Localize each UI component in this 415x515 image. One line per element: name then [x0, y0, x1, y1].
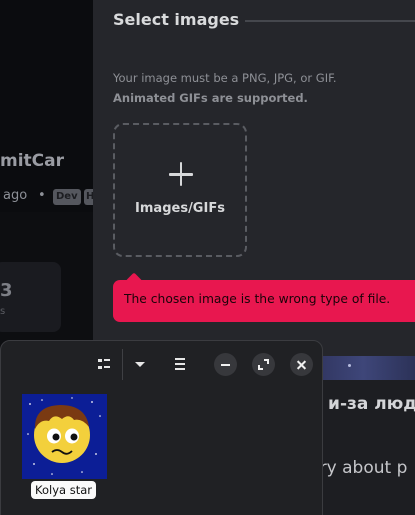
format-hint: Your image must be a PNG, JPG, or GIF.: [113, 71, 337, 85]
profile-name: mitCar: [0, 151, 64, 171]
hamburger-menu-icon[interactable]: [168, 353, 192, 375]
stat-label: s: [0, 306, 6, 317]
plus-icon: [115, 161, 245, 187]
title-divider: [245, 20, 415, 22]
error-text: The chosen image is the wrong type of fi…: [124, 292, 391, 306]
profile-header: [0, 0, 93, 212]
image-dropzone[interactable]: Images/GIFs: [113, 123, 247, 257]
stat-value: 3: [0, 280, 13, 301]
toolbar-separator: [122, 349, 123, 380]
chevron-down-icon[interactable]: [129, 353, 153, 375]
file-picker-window: Kolya star: [0, 340, 323, 515]
profile-time: ago: [3, 188, 28, 203]
close-icon[interactable]: [290, 353, 313, 376]
dev-badge: Dev: [53, 189, 81, 205]
file-name: Kolya star: [31, 481, 96, 499]
maximize-icon[interactable]: [252, 353, 275, 376]
background-text: rry about p: [313, 458, 408, 478]
file-thumbnail: [22, 394, 107, 479]
minimize-icon[interactable]: [214, 353, 237, 376]
file-picker-toolbar: [1, 341, 322, 387]
gif-hint: Animated GIFs are supported.: [113, 91, 308, 105]
error-message: The chosen image is the wrong type of fi…: [113, 280, 415, 322]
separator-dot: •: [38, 188, 46, 203]
screen: mitCar ago • Dev H 3 s Select images You…: [0, 0, 415, 515]
background-heading: s и-за люд: [312, 394, 415, 414]
dialog-title: Select images: [113, 10, 240, 29]
list-view-icon[interactable]: [93, 353, 117, 375]
dropzone-label: Images/GIFs: [135, 201, 225, 216]
